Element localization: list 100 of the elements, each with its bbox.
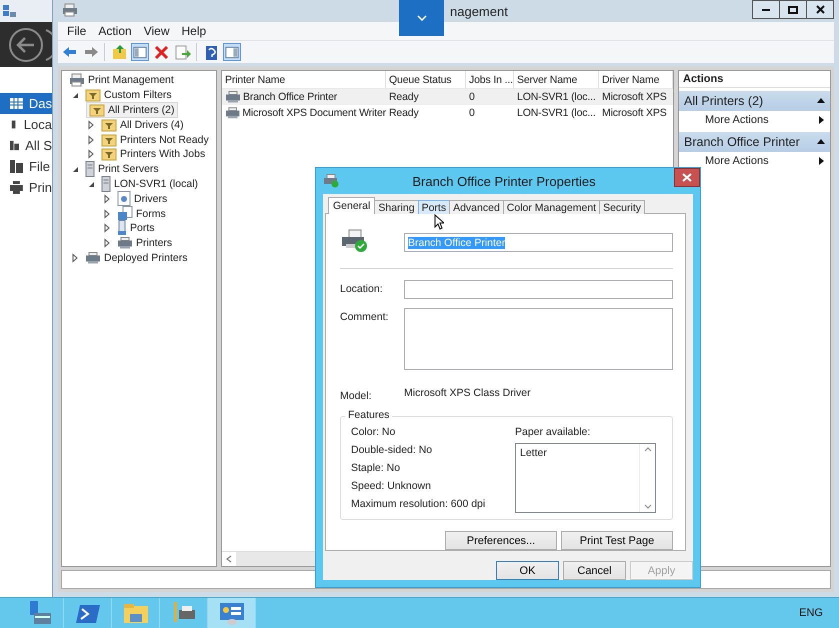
caret-icon (416, 15, 426, 21)
tree-item[interactable]: All Drivers (4) (98, 116, 187, 133)
dashboard-icon (10, 97, 23, 110)
tree-item[interactable]: Ports (114, 220, 158, 236)
nav-item[interactable]: All S (0, 135, 52, 156)
expand-arrow-icon[interactable] (70, 252, 80, 263)
expand-arrow-icon[interactable] (102, 208, 112, 219)
location-field[interactable] (404, 280, 673, 299)
dialog-button[interactable]: OK (496, 561, 559, 580)
tree-item[interactable]: Printers With Jobs (98, 146, 208, 162)
filter-folder-icon (101, 118, 117, 132)
toolbar-button[interactable] (173, 43, 191, 61)
tab[interactable]: Ports (418, 200, 450, 214)
feature-text: Staple: No (351, 462, 402, 474)
expand-arrow-icon[interactable] (102, 223, 112, 234)
expand-arrow-icon[interactable] (102, 238, 112, 248)
printer-icon (225, 91, 241, 103)
tree-item[interactable]: Printers Not Ready (98, 132, 212, 148)
paper-list[interactable]: Letter (515, 442, 656, 513)
action-section-header[interactable]: Branch Office Printer (679, 132, 830, 152)
maximize-icon (788, 6, 798, 14)
tab[interactable]: Sharing (374, 200, 419, 214)
submenu-arrow-icon (816, 115, 826, 125)
comment-field[interactable] (404, 308, 673, 370)
printer-icon (69, 73, 85, 88)
field-label: Comment: (340, 310, 390, 323)
maximize-button[interactable] (780, 0, 807, 19)
tree-item[interactable]: Deployed Printers (82, 250, 190, 266)
minimize-icon (762, 8, 770, 10)
delete-icon (152, 44, 170, 60)
toolbar-button[interactable] (110, 43, 128, 61)
filter-folder-icon (101, 147, 117, 162)
menu-item[interactable]: File (61, 24, 92, 38)
tree-item[interactable]: Drivers (114, 190, 170, 207)
table-cell-text: 0 (468, 106, 476, 121)
server-manager-icon (2, 4, 16, 18)
tree-item[interactable]: Forms (114, 206, 169, 222)
list-item[interactable]: Letter (520, 446, 635, 459)
model-value: Microsoft XPS Class Driver (404, 386, 531, 401)
nav-item[interactable]: File (0, 156, 52, 177)
tree-item[interactable]: LON-SVR1 (local) (98, 176, 202, 192)
expand-arrow-icon[interactable] (86, 149, 96, 160)
field-label: Model: (340, 388, 373, 402)
tree-item[interactable]: All Printers (2) (86, 102, 178, 118)
documents-icon (117, 206, 133, 222)
printer-icon (85, 252, 101, 264)
printer-name-cell[interactable]: Microsoft XPS Document Writer (222, 105, 386, 121)
close-button[interactable] (807, 0, 834, 19)
close-icon (682, 173, 692, 182)
nav-item[interactable]: Das (0, 93, 52, 114)
printer-icon (10, 181, 23, 194)
toolbar-button[interactable] (131, 43, 149, 61)
printer-icon (225, 107, 240, 119)
action-button[interactable]: Print Test Page (561, 531, 673, 550)
tab[interactable]: General (328, 197, 376, 214)
action-item[interactable]: More Actions (679, 111, 830, 129)
menu-item[interactable]: Help (176, 24, 212, 38)
close-button[interactable] (674, 168, 700, 187)
tab[interactable]: Color Management (502, 200, 600, 214)
minimize-button[interactable] (752, 0, 780, 19)
table-cell-text: LON-SVR1 (loc... (516, 106, 597, 121)
filter-folder-icon (89, 103, 105, 117)
feature-text: Double-sided: No (351, 444, 434, 456)
language-indicator[interactable]: ENG (799, 607, 823, 619)
nav-item[interactable]: Loca (0, 114, 52, 135)
printer-name-cell[interactable]: Branch Office Printer (222, 89, 386, 105)
toolbar-button[interactable] (223, 43, 241, 61)
folder-up-icon (110, 44, 128, 60)
dialog-button[interactable]: Cancel (563, 561, 626, 580)
scroll-down-icon (644, 504, 652, 509)
filter-folder-icon (101, 132, 117, 147)
window-title: nagement (450, 4, 508, 19)
field-label: Location: (340, 282, 384, 295)
feature-text: Color: No (351, 426, 396, 438)
table-cell: Ready (386, 89, 466, 105)
toolbar-button[interactable] (152, 43, 170, 61)
tab[interactable]: Advanced (449, 200, 504, 214)
menu-item[interactable]: Action (92, 24, 138, 38)
taskbar-button[interactable] (208, 598, 256, 628)
tab[interactable]: Security (599, 200, 646, 214)
table-cell-text: Ready (388, 106, 420, 121)
server-icon (10, 118, 18, 131)
action-item[interactable]: More Actions (679, 152, 830, 170)
tree-item[interactable]: Print Servers (82, 161, 162, 178)
tree-item[interactable]: Custom Filters (82, 87, 175, 104)
action-section-header[interactable]: All Printers (2) (679, 91, 830, 111)
action-button[interactable]: Preferences... (445, 531, 557, 550)
expand-arrow-icon[interactable] (86, 120, 96, 130)
nav-item[interactable]: Prin (0, 177, 52, 198)
tree-item[interactable]: Print Management (66, 72, 177, 88)
close-icon (816, 5, 824, 14)
scroll-left-icon (226, 555, 232, 563)
feature-text: Speed: Unknown (351, 480, 432, 492)
printer-check-icon (340, 229, 368, 253)
scroll-up-icon (644, 446, 652, 452)
menu-item[interactable]: View (138, 24, 176, 38)
tree-item[interactable]: Printers (114, 235, 176, 252)
expand-arrow-icon[interactable] (86, 134, 96, 145)
expand-arrow-icon[interactable] (102, 194, 112, 204)
control-panel-icon (218, 600, 246, 626)
